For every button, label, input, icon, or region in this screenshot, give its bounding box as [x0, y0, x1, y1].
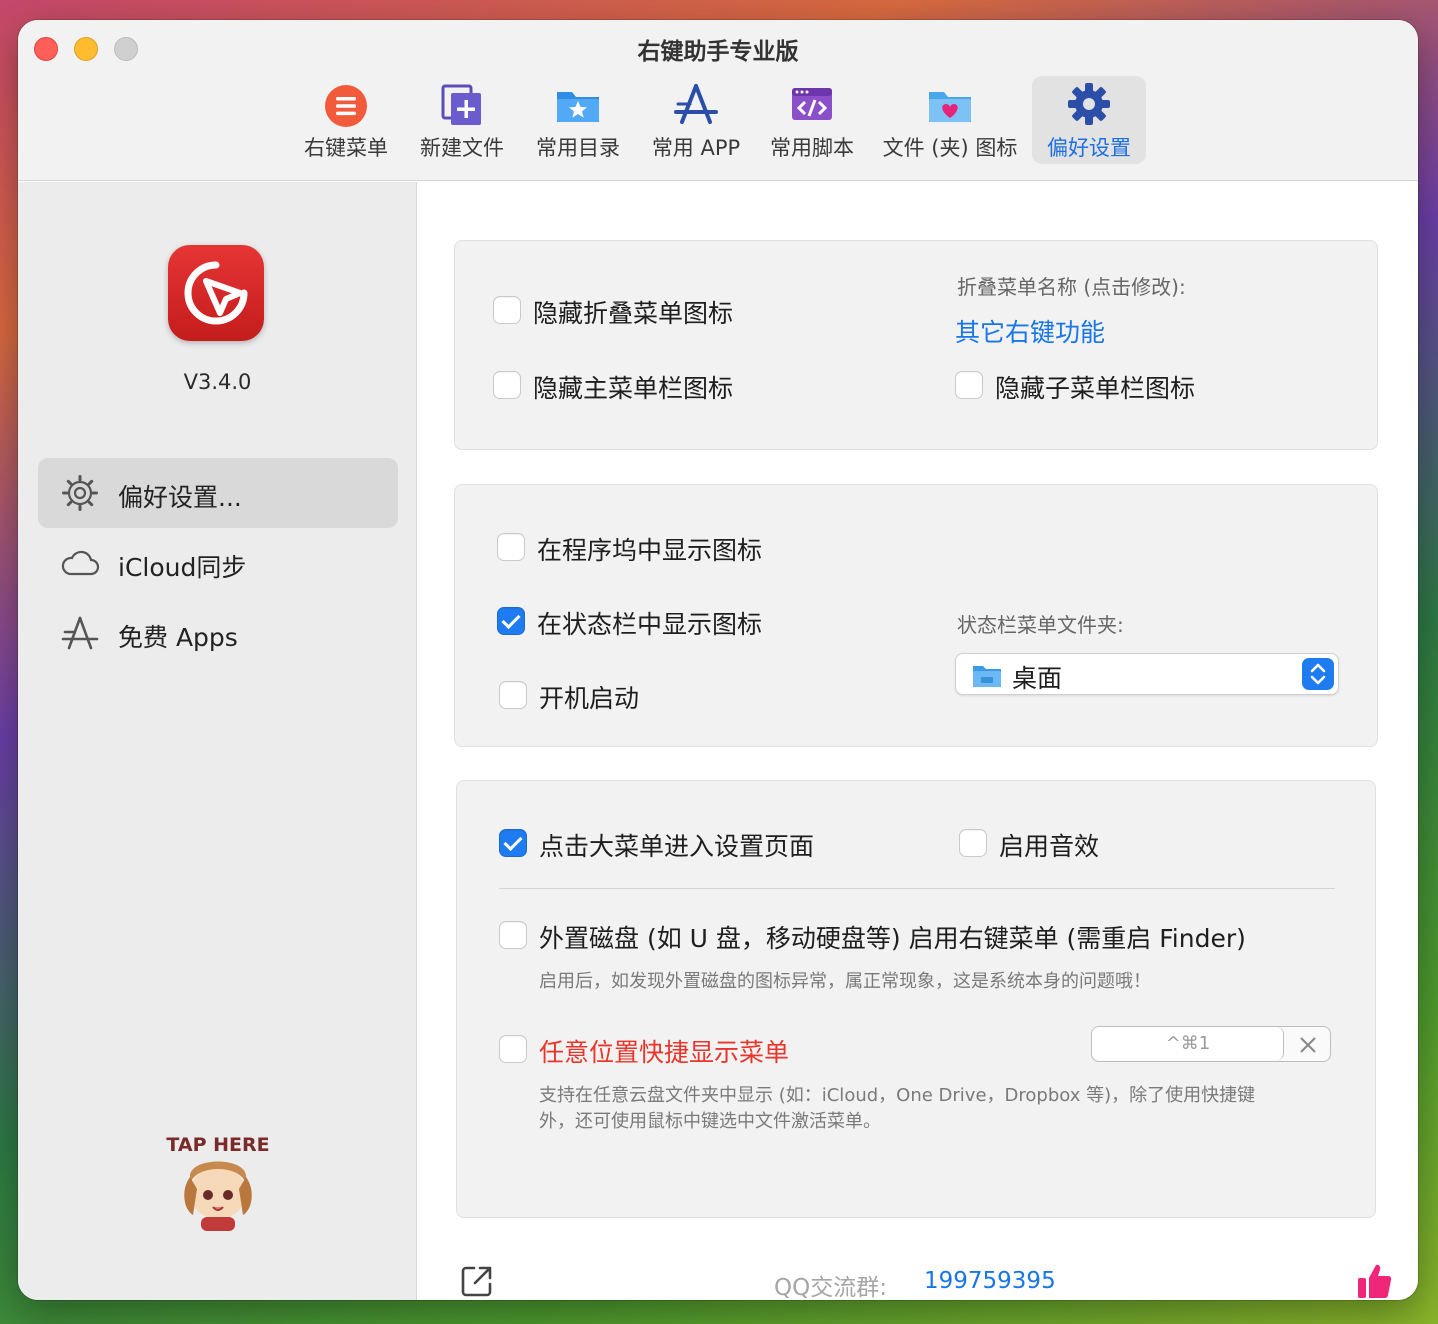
external-disk-menu-checkbox[interactable]: [499, 921, 527, 949]
checkbox-label: 在状态栏中显示图标: [537, 610, 763, 639]
tab-label: 右键菜单: [304, 136, 388, 160]
list-circle-icon: [325, 85, 367, 127]
thumbs-up-icon[interactable]: [1356, 1262, 1394, 1300]
preferences-pane: 隐藏折叠菜单图标 隐藏主菜单栏图标 折叠菜单名称 (点击修改): 其它右键功能 …: [418, 182, 1418, 1300]
new-file-icon: [441, 84, 481, 125]
quick-menu-checkbox[interactable]: [499, 1035, 527, 1063]
tab-context-menu[interactable]: 右键菜单: [294, 76, 398, 164]
menu-icon-settings-panel: 隐藏折叠菜单图标 隐藏主菜单栏图标 折叠菜单名称 (点击修改): 其它右键功能 …: [454, 240, 1378, 450]
hide-main-menu-icon-checkbox[interactable]: [493, 371, 521, 399]
sidebar-item-label: iCloud同步: [118, 553, 247, 582]
checkbox-label: 在程序坞中显示图标: [537, 536, 763, 565]
app-logo-icon: [168, 245, 264, 341]
external-disk-note: 启用后，如发现外置磁盘的图标异常，属正常现象，这是系统本身的问题哦！: [539, 971, 1151, 992]
checkbox-label: 启用音效: [999, 832, 1100, 861]
checkbox-label: 点击大菜单进入设置页面: [539, 832, 815, 861]
tab-label: 新建文件: [420, 136, 504, 160]
divider: [499, 888, 1335, 889]
show-in-dock-checkbox[interactable]: [497, 533, 525, 561]
cloud-icon: [61, 550, 100, 576]
sidebar-item-icloud-sync[interactable]: iCloud同步: [38, 528, 398, 598]
statusbar-folder-caption: 状态栏菜单文件夹:: [957, 613, 1124, 637]
app-store-icon: [674, 84, 718, 124]
advanced-settings-panel: 点击大菜单进入设置页面 启用音效 外置磁盘 (如 U 盘，移动硬盘等) 启用右键…: [456, 780, 1376, 1218]
launch-at-login-checkbox[interactable]: [499, 681, 527, 709]
share-icon[interactable]: [460, 1264, 494, 1298]
app-version: V3.4.0: [183, 370, 252, 394]
tab-file-folder-icons[interactable]: 文件 (夹) 图标: [878, 76, 1022, 164]
tab-common-apps[interactable]: 常用 APP: [644, 76, 748, 164]
hide-submenu-icon-checkbox[interactable]: [955, 371, 983, 399]
sidebar: V3.4.0 偏好设置... iCloud同步 免费 Apps TAP HERE: [18, 182, 417, 1300]
checkbox-label: 外置磁盘 (如 U 盘，移动硬盘等) 启用右键菜单 (需重启 Finder): [539, 924, 1246, 953]
checkbox-label: 隐藏折叠菜单图标: [533, 299, 734, 328]
folder-icon: [973, 666, 1001, 687]
tab-label: 常用 APP: [651, 136, 741, 160]
sidebar-item-free-apps[interactable]: 免费 Apps: [38, 598, 398, 668]
script-icon: [792, 88, 832, 120]
tab-common-scripts[interactable]: 常用脚本: [762, 76, 862, 164]
tap-here-mascot-image[interactable]: TAP HERE: [163, 1127, 273, 1232]
quick-menu-note: 外，还可使用鼠标中键选中文件激活菜单。: [539, 1111, 881, 1132]
tab-label: 文件 (夹) 图标: [882, 136, 1018, 160]
sidebar-item-label: 偏好设置...: [118, 483, 242, 512]
tab-label: 常用脚本: [770, 136, 854, 160]
tab-common-folders[interactable]: 常用目录: [528, 76, 628, 164]
show-in-statusbar-checkbox[interactable]: [497, 607, 525, 635]
gear-icon: [1068, 83, 1110, 125]
toolbar: 右键助手专业版 右键菜单 新建文件 常用目录 常用 APP 常用脚本 文件 (夹…: [18, 20, 1418, 181]
star-folder-icon: [557, 92, 599, 122]
display-settings-panel: 在程序坞中显示图标 在状态栏中显示图标 开机启动 状态栏菜单文件夹: 桌面: [454, 484, 1378, 747]
tab-new-file[interactable]: 新建文件: [412, 76, 512, 164]
checkbox-label: 隐藏主菜单栏图标: [533, 374, 734, 403]
statusbar-folder-select[interactable]: 桌面: [955, 653, 1339, 695]
chevron-updown-icon: [1302, 658, 1334, 690]
checkbox-label: 开机启动: [539, 684, 640, 713]
sidebar-item-preferences[interactable]: 偏好设置...: [38, 458, 398, 528]
enable-sound-checkbox[interactable]: [959, 829, 987, 857]
hide-fold-menu-icon-checkbox[interactable]: [493, 296, 521, 324]
shortcut-recorder[interactable]: ^⌘1: [1091, 1026, 1331, 1062]
quick-menu-note: 支持在任意云盘文件夹中显示 (如：iCloud，One Drive，Dropbo…: [539, 1085, 1256, 1106]
app-store-icon: [61, 616, 99, 650]
big-menu-opens-settings-checkbox[interactable]: [499, 829, 527, 857]
window-title: 右键助手专业版: [637, 39, 799, 65]
heart-folder-icon: [929, 92, 971, 122]
checkbox-label: 任意位置快捷显示菜单: [539, 1038, 790, 1067]
tab-preferences[interactable]: 偏好设置: [1032, 76, 1146, 164]
gear-icon: [62, 475, 98, 511]
tab-label: 偏好设置: [1047, 136, 1131, 160]
svg-text:TAP HERE: TAP HERE: [166, 1134, 269, 1156]
app-window: 右键助手专业版 右键菜单 新建文件 常用目录 常用 APP 常用脚本 文件 (夹…: [18, 20, 1418, 1300]
sidebar-item-label: 免费 Apps: [118, 623, 238, 652]
shortcut-value: ^⌘1: [1165, 1033, 1211, 1054]
select-value: 桌面: [1012, 664, 1063, 693]
fold-menu-name-link[interactable]: 其它右键功能: [955, 313, 1105, 349]
fold-menu-name-caption: 折叠菜单名称 (点击修改):: [957, 275, 1186, 299]
tab-label: 常用目录: [536, 136, 620, 160]
checkbox-label: 隐藏子菜单栏图标: [995, 374, 1196, 403]
clear-shortcut-icon[interactable]: [1298, 1035, 1318, 1055]
qq-group-caption: QQ交流群:: [774, 1275, 887, 1300]
qq-group-number[interactable]: 199759395: [924, 1268, 1056, 1294]
